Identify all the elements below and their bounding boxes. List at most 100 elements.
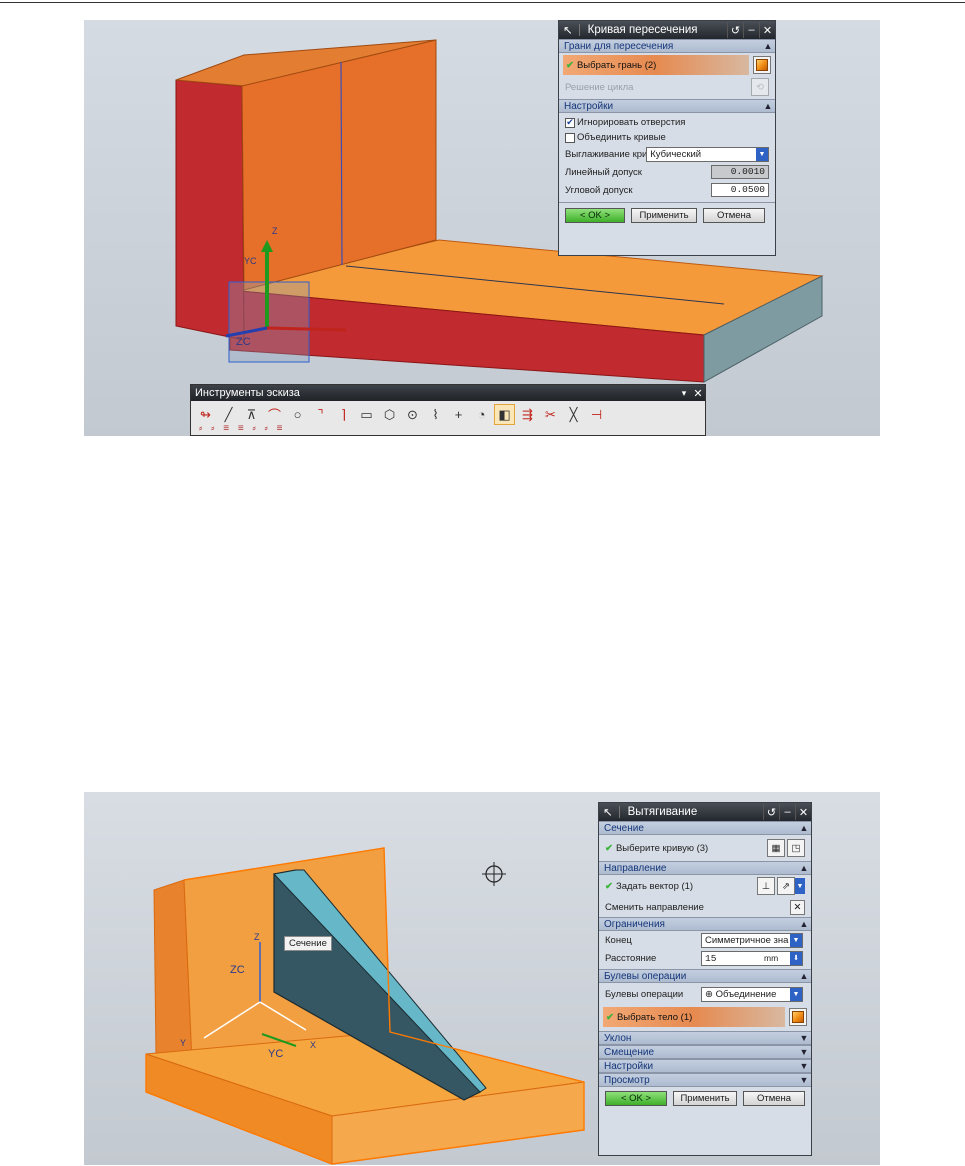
section-offset-label: Смещение bbox=[604, 1046, 655, 1058]
section-preview-header[interactable]: Просмотр ▼ bbox=[599, 1073, 811, 1087]
linear-tolerance-row: Линейный допуск 0.0010 bbox=[559, 163, 775, 181]
section-boolean-label: Булевы операции bbox=[604, 970, 687, 982]
end-value: Симметричное зна bbox=[705, 934, 789, 946]
select-curve-row[interactable]: ✔ Выберите кривую (3) ▦ ◳ bbox=[599, 835, 811, 861]
expand-icon[interactable]: ▼ bbox=[797, 1047, 811, 1057]
section-draft-header[interactable]: Уклон ▼ bbox=[599, 1031, 811, 1045]
reverse-direction-icon[interactable]: ✕ bbox=[790, 899, 805, 915]
join-curves-row[interactable]: Объединить кривые bbox=[559, 130, 775, 145]
dialog-titlebar[interactable]: ↖ Вытягивание ↺ – ✕ bbox=[599, 803, 811, 821]
reset-icon[interactable]: ↺ bbox=[763, 804, 779, 820]
cancel-button[interactable]: Отмена bbox=[743, 1091, 805, 1106]
boolean-select[interactable]: ⊕ Объединение ▼ bbox=[701, 986, 803, 1002]
collapse-icon[interactable]: ▲ bbox=[797, 919, 811, 929]
ok-button[interactable]: < OK > bbox=[605, 1091, 667, 1106]
section-direction-label: Направление bbox=[604, 862, 667, 874]
expand-icon[interactable]: ▼ bbox=[797, 1033, 811, 1043]
section-settings-header[interactable]: Настройки ▲ bbox=[559, 99, 775, 113]
circle-icon[interactable]: ○ bbox=[287, 404, 308, 425]
collapse-icon[interactable]: ▲ bbox=[797, 823, 811, 833]
chevron-down-icon[interactable]: ▼ bbox=[795, 878, 805, 894]
linear-tolerance-field[interactable]: 0.0010 bbox=[711, 165, 769, 179]
expand-icon[interactable]: ▼ bbox=[797, 1061, 811, 1071]
trim-icon[interactable]: ⇶ bbox=[517, 404, 538, 425]
section-limits-header[interactable]: Ограничения ▲ bbox=[599, 917, 811, 931]
line-icon[interactable]: ╱ bbox=[218, 404, 239, 425]
offset-curve-icon[interactable]: + bbox=[448, 404, 469, 425]
select-face-row[interactable]: ✔ Выбрать грань (2) bbox=[563, 55, 749, 75]
dialog-title: Вытягивание bbox=[618, 806, 763, 818]
intersection-curve-icon[interactable]: ◔ bbox=[471, 404, 492, 425]
ignore-holes-checkbox[interactable]: ✔ bbox=[565, 117, 575, 128]
dialog-titlebar[interactable]: ↖ Кривая пересечения ↺ – ✕ bbox=[559, 21, 775, 39]
vector-type-icon[interactable]: ⇗ bbox=[777, 877, 795, 895]
ok-button[interactable]: < OK > bbox=[565, 208, 625, 223]
screenshot-extrude: Сечение Z ZC YC Y X ↖ Вытягивание ↺ – ✕ … bbox=[84, 792, 880, 1165]
rectangle-icon[interactable]: ▭ bbox=[356, 404, 377, 425]
sketch-tools-toolbar: Инструменты эскиза ▾ ✕ ↬ ╱ ⊼ ⌒ ○ ⌝ ⌉ ▭ ⬡… bbox=[190, 384, 706, 436]
section-faces-header[interactable]: Грани для пересечения ▲ bbox=[559, 39, 775, 53]
project-curve-icon[interactable]: ◧ bbox=[494, 404, 515, 425]
angular-tolerance-field[interactable]: 0.0500 bbox=[711, 183, 769, 197]
sketch-section-icon[interactable]: ▦ bbox=[767, 839, 785, 857]
studio-spline-icon[interactable]: ⊙ bbox=[402, 404, 423, 425]
axis-zc-label: ZC bbox=[230, 964, 245, 976]
extend-icon[interactable]: ✂ bbox=[540, 404, 561, 425]
cancel-button[interactable]: Отмена bbox=[703, 208, 765, 223]
ignore-holes-row[interactable]: ✔ Игнорировать отверстия bbox=[559, 115, 775, 130]
section-direction-header[interactable]: Направление ▲ bbox=[599, 861, 811, 875]
axis-y-label: Y bbox=[180, 1038, 187, 1048]
dimension-icon[interactable]: ⊣ bbox=[586, 404, 607, 425]
curve-selector-icon[interactable]: ◳ bbox=[787, 839, 805, 857]
expand-icon[interactable]: ▼ bbox=[797, 1075, 811, 1085]
polygon-icon[interactable]: ⬡ bbox=[379, 404, 400, 425]
toolbar-titlebar[interactable]: Инструменты эскиза ▾ ✕ bbox=[191, 385, 705, 401]
close-icon[interactable]: ✕ bbox=[691, 387, 705, 400]
profile-icon[interactable]: ↬ bbox=[195, 404, 216, 425]
distance-value[interactable]: 15 bbox=[702, 953, 764, 964]
fillet-icon[interactable]: ⌝ bbox=[310, 404, 331, 425]
vector-dialog-icon[interactable]: ⊥ bbox=[757, 877, 775, 895]
dialog-buttons: < OK > Применить Отмена bbox=[559, 203, 775, 228]
collapse-icon[interactable]: ▲ bbox=[797, 971, 811, 981]
circle-arc-icon[interactable]: ⌒ bbox=[264, 404, 285, 425]
minimize-icon[interactable]: – bbox=[743, 22, 759, 38]
close-icon[interactable]: ✕ bbox=[759, 22, 775, 38]
end-select[interactable]: Симметричное зна ▼ bbox=[701, 932, 803, 948]
section-settings-header[interactable]: Настройки ▼ bbox=[599, 1059, 811, 1073]
smoothing-select[interactable]: Кубический ▼ bbox=[646, 146, 769, 162]
close-icon[interactable]: ✕ bbox=[795, 804, 811, 820]
point-icon[interactable]: ⌇ bbox=[425, 404, 446, 425]
arc-icon[interactable]: ⊼ bbox=[241, 404, 262, 425]
apply-button[interactable]: Применить bbox=[631, 208, 697, 223]
apply-button[interactable]: Применить bbox=[673, 1091, 737, 1106]
section-boolean-header[interactable]: Булевы операции ▲ bbox=[599, 969, 811, 983]
angular-tolerance-row: Угловой допуск 0.0500 bbox=[559, 181, 775, 199]
ignore-holes-label: Игнорировать отверстия bbox=[577, 117, 686, 128]
face-selector-cube-icon[interactable] bbox=[753, 56, 771, 74]
chevron-down-icon[interactable]: ▼ bbox=[790, 987, 802, 1001]
distance-unit: mm bbox=[764, 953, 779, 963]
section-offset-header[interactable]: Смещение ▼ bbox=[599, 1045, 811, 1059]
chamfer-icon[interactable]: ⌉ bbox=[333, 404, 354, 425]
chevron-down-icon[interactable]: ▼ bbox=[756, 147, 768, 161]
section-section-header[interactable]: Сечение ▲ bbox=[599, 821, 811, 835]
chevron-down-icon[interactable]: ▼ bbox=[790, 933, 802, 947]
arrow-down-icon[interactable]: ⬇ bbox=[790, 951, 802, 965]
collapse-icon[interactable]: ▲ bbox=[761, 41, 775, 51]
select-body-row[interactable]: ✔ Выбрать тело (1) bbox=[603, 1007, 785, 1027]
minimize-icon[interactable]: – bbox=[779, 804, 795, 820]
collapse-icon[interactable]: ▲ bbox=[797, 863, 811, 873]
toolbar-dropdown-icon[interactable]: ▾ bbox=[677, 388, 691, 399]
body-selector-cube-icon[interactable] bbox=[789, 1008, 807, 1026]
reverse-direction-label: Сменить направление bbox=[605, 901, 704, 913]
distance-field[interactable]: 15 mm ⬇ bbox=[701, 950, 803, 966]
reverse-direction-row[interactable]: Сменить направление ✕ bbox=[599, 897, 811, 917]
end-label: Конец bbox=[605, 934, 632, 946]
reset-icon[interactable]: ↺ bbox=[727, 22, 743, 38]
collapse-icon[interactable]: ▲ bbox=[761, 101, 775, 111]
set-vector-label: Задать вектор (1) bbox=[615, 880, 694, 892]
join-curves-checkbox[interactable] bbox=[565, 132, 575, 143]
split-icon[interactable]: ╳ bbox=[563, 404, 584, 425]
set-vector-row[interactable]: ✔ Задать вектор (1) ⊥ ⇗ ▼ bbox=[599, 875, 811, 897]
